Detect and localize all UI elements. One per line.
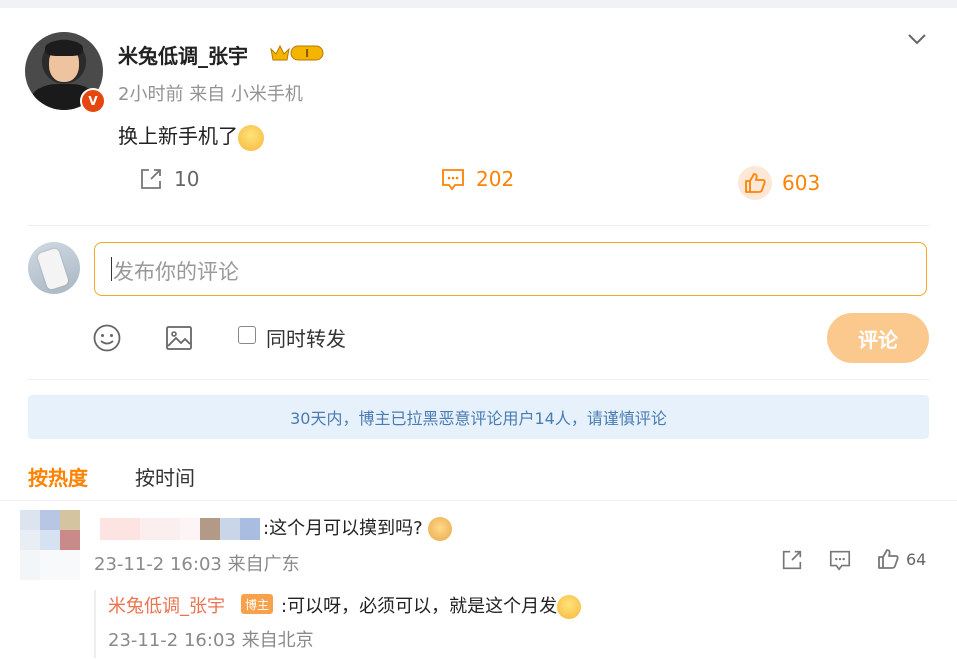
like-button[interactable]: 603: [738, 166, 820, 200]
post-time: 2小时前: [118, 84, 184, 105]
like-icon: [878, 549, 899, 569]
comment-input-placeholder: 发布你的评论: [113, 260, 239, 284]
chevron-down-icon[interactable]: [906, 28, 928, 50]
divider: [28, 379, 929, 380]
shy-face-emoji-icon: [557, 595, 582, 619]
comment-repost-icon[interactable]: [780, 548, 804, 572]
like-count: 603: [782, 171, 821, 195]
current-user-avatar: [28, 242, 80, 294]
sort-by-time-tab[interactable]: 按时间: [135, 462, 195, 491]
divider: [0, 500, 957, 501]
post-meta: 2小时前 来自 小米手机: [118, 80, 303, 106]
author-name[interactable]: 米兔低调_张宇: [118, 40, 248, 69]
repost-count: 10: [174, 167, 200, 191]
image-icon[interactable]: [164, 323, 194, 353]
like-icon-wrapper: [738, 166, 772, 200]
post-text: 换上新手机了: [118, 124, 238, 148]
submit-comment-button[interactable]: 评论: [827, 313, 929, 363]
also-repost-checkbox[interactable]: [238, 326, 256, 344]
divider: [28, 225, 929, 226]
verified-badge: V: [80, 88, 106, 114]
commenter-name[interactable]: [100, 518, 260, 540]
doge-emoji-icon: [428, 517, 453, 541]
blocked-users-notice: 30天内，博主已拉黑恶意评论用户14人，请谨慎评论: [28, 395, 929, 439]
comment-button[interactable]: 202: [440, 166, 514, 192]
comment-like-button[interactable]: 64: [876, 547, 926, 571]
emoji-icon[interactable]: [92, 323, 122, 353]
post-content: 换上新手机了: [118, 120, 264, 151]
repost-icon: [141, 169, 161, 189]
reply-thread-line: [94, 590, 96, 658]
repost-button[interactable]: 10: [138, 166, 199, 192]
member-level: I: [305, 47, 309, 60]
comment-content: :这个月可以摸到吗?: [263, 514, 453, 541]
commenter-avatar[interactable]: [20, 510, 80, 580]
sort-by-hot-tab[interactable]: 按热度: [28, 462, 88, 491]
also-repost-label[interactable]: 同时转发: [266, 323, 346, 352]
comment-icon: [442, 169, 464, 191]
crown-icon[interactable]: I: [269, 41, 325, 65]
comment-like-count: 64: [906, 549, 927, 569]
comment-text: :这个月可以摸到吗?: [263, 518, 423, 539]
reply-meta: 23-11-2 16:03 来自北京: [108, 630, 314, 651]
like-icon: [745, 173, 766, 193]
author-badge: 博主: [241, 594, 273, 614]
comment-meta: 23-11-2 16:03 来自广东: [94, 554, 300, 575]
shy-face-emoji-icon: [238, 124, 264, 151]
post-source[interactable]: 来自 小米手机: [189, 84, 303, 105]
top-bar: [0, 0, 957, 8]
reply-content: :可以呀，必须可以，就是这个月发: [281, 592, 582, 619]
reply-author-name[interactable]: 米兔低调_张宇: [108, 592, 225, 618]
reply-text: :可以呀，必须可以，就是这个月发: [281, 596, 558, 617]
comment-count: 202: [476, 167, 515, 191]
comment-reply-icon[interactable]: [828, 548, 852, 572]
comment-input[interactable]: 发布你的评论: [94, 242, 927, 296]
